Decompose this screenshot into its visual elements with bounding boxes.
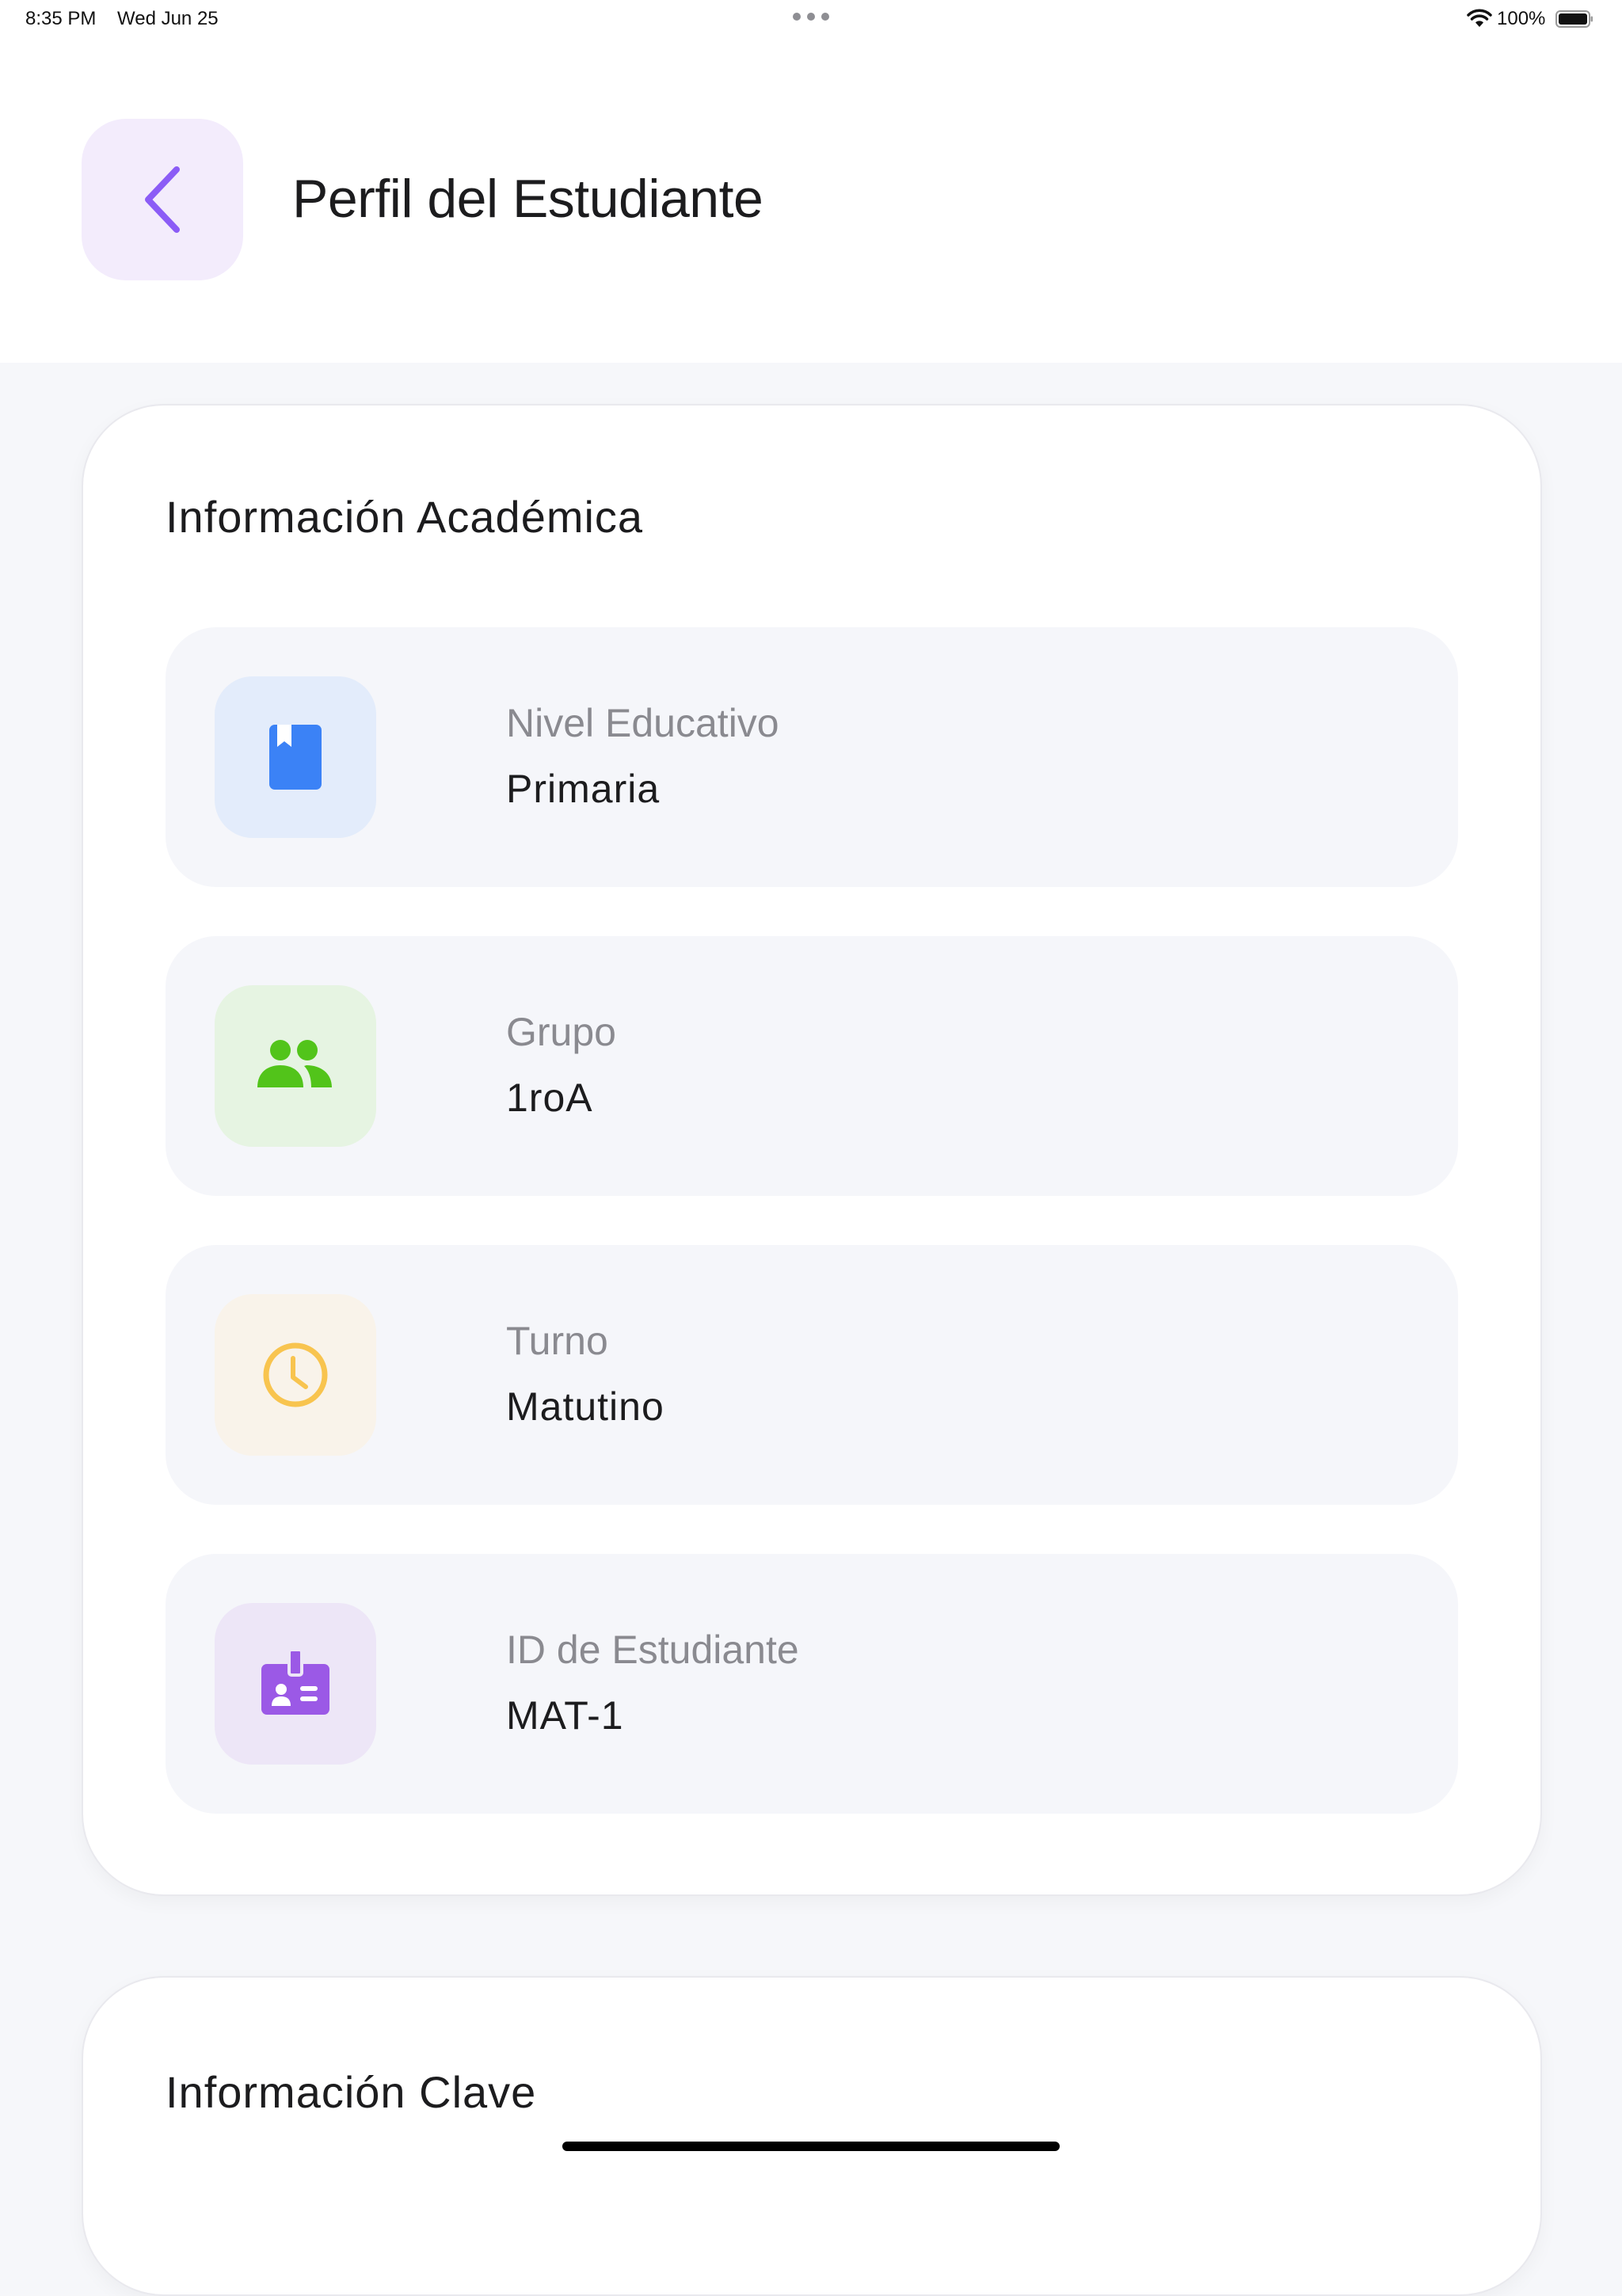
row-value: Matutino: [506, 1384, 664, 1429]
status-bar: 8:35 PM Wed Jun 25 100%: [0, 0, 1622, 38]
id-badge-icon: [261, 1648, 329, 1715]
row-value: MAT-1: [506, 1693, 624, 1738]
group-icon: [257, 1040, 332, 1087]
multitasking-dots-icon[interactable]: [793, 13, 829, 22]
info-row-nivel-educativo: Nivel Educativo Primaria: [166, 627, 1458, 887]
row-value: 1roA: [506, 1076, 593, 1120]
header-area: 8:35 PM Wed Jun 25 100% Perfil del Estud…: [0, 0, 1622, 363]
status-time: 8:35 PM: [25, 8, 97, 29]
status-date: Wed Jun 25: [117, 8, 219, 29]
wifi-icon: [1467, 9, 1492, 27]
back-button[interactable]: [82, 119, 243, 280]
battery-percent: 100%: [1497, 8, 1546, 29]
home-indicator[interactable]: [562, 2142, 1060, 2151]
academic-info-card: Información Académica Nivel Educativo Pr…: [82, 404, 1542, 1896]
icon-tile: [215, 1603, 376, 1765]
row-label: Turno: [506, 1319, 608, 1363]
icon-tile: [215, 985, 376, 1147]
info-row-id-estudiante: ID de Estudiante MAT-1: [166, 1554, 1458, 1814]
info-row-grupo: Grupo 1roA: [166, 936, 1458, 1196]
chevron-left-icon: [145, 166, 180, 233]
page-title: Perfil del Estudiante: [292, 169, 763, 229]
academic-info-title: Información Académica: [166, 492, 644, 542]
row-label: Nivel Educativo: [506, 701, 779, 745]
row-label: Grupo: [506, 1010, 616, 1054]
clock-icon: [263, 1342, 328, 1407]
info-row-turno: Turno Matutino: [166, 1245, 1458, 1505]
book-icon: [269, 725, 322, 790]
icon-tile: [215, 676, 376, 838]
battery-icon: [1555, 10, 1593, 28]
key-info-card: Información Clave: [82, 1976, 1542, 2296]
row-label: ID de Estudiante: [506, 1628, 799, 1672]
icon-tile: [215, 1294, 376, 1456]
row-value: Primaria: [506, 767, 661, 811]
key-info-title: Información Clave: [166, 2067, 537, 2117]
